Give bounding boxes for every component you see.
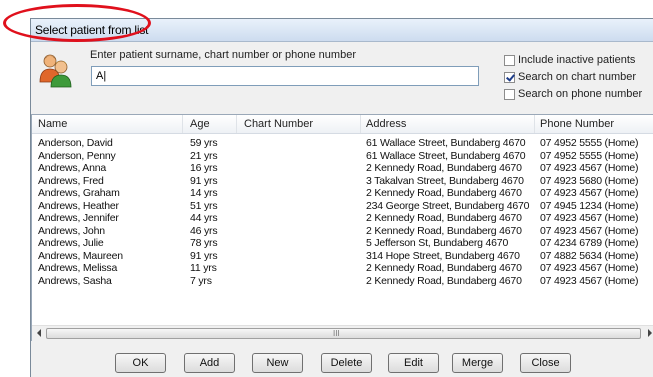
- cell-name: Andrews, John: [38, 224, 105, 237]
- cell-age: 91 yrs: [190, 174, 218, 187]
- ok-button[interactable]: OK: [115, 353, 166, 373]
- add-button[interactable]: Add: [184, 353, 235, 373]
- cell-address: 2 Kennedy Road, Bundaberg 4670: [366, 274, 522, 287]
- cell-age: 46 yrs: [190, 224, 218, 237]
- table-header: Name Age Chart Number Address Phone Numb…: [32, 115, 653, 134]
- table-row[interactable]: Andrews, Heather 51 yrs 234 George Stree…: [32, 200, 653, 213]
- table-row[interactable]: Andrews, Anna 16 yrs 2 Kennedy Road, Bun…: [32, 162, 653, 175]
- cell-age: 21 yrs: [190, 149, 218, 162]
- cell-phone: 07 4945 1234 (Home): [540, 199, 639, 212]
- column-header-age[interactable]: Age: [190, 118, 210, 130]
- patient-search-input[interactable]: [91, 66, 479, 86]
- scroll-right-icon[interactable]: [648, 329, 652, 337]
- cell-phone: 07 4234 6789 (Home): [540, 237, 639, 249]
- cell-age: 7 yrs: [190, 274, 212, 287]
- cell-name: Anderson, Penny: [38, 149, 116, 162]
- search-phone-number-option[interactable]: Search on phone number: [504, 87, 642, 101]
- window-title: Select patient from list: [35, 23, 149, 37]
- cell-name: Andrews, Graham: [38, 187, 120, 199]
- cell-phone: 07 4923 4567 (Home): [540, 262, 639, 274]
- cell-name: Andrews, Julie: [38, 237, 104, 249]
- column-header-phone-number[interactable]: Phone Number: [540, 118, 614, 130]
- cell-phone: 07 4923 4567 (Home): [540, 162, 639, 174]
- patient-list-table[interactable]: Name Age Chart Number Address Phone Numb…: [31, 114, 653, 341]
- merge-button[interactable]: Merge: [452, 353, 503, 373]
- cell-address: 2 Kennedy Road, Bundaberg 4670: [366, 187, 522, 199]
- edit-button[interactable]: Edit: [388, 353, 439, 373]
- cell-address: 61 Wallace Street, Bundaberg 4670: [366, 137, 526, 149]
- cell-address: 2 Kennedy Road, Bundaberg 4670: [366, 162, 522, 174]
- search-chart-number-label: Search on chart number: [518, 71, 637, 83]
- cell-address: 3 Takalvan Street, Bundaberg 4670: [366, 174, 524, 187]
- search-prompt-label: Enter patient surname, chart number or p…: [90, 49, 356, 61]
- search-phone-number-label: Search on phone number: [518, 88, 643, 100]
- table-body: Anderson, David 59 yrs 61 Wallace Street…: [32, 137, 653, 287]
- patients-icon: [39, 54, 72, 88]
- include-inactive-option[interactable]: Include inactive patients: [504, 53, 635, 67]
- cell-name: Andrews, Heather: [38, 199, 119, 212]
- cell-phone: 07 4923 5680 (Home): [540, 174, 639, 187]
- cell-age: 44 yrs: [190, 212, 218, 224]
- cell-address: 5 Jefferson St, Bundaberg 4670: [366, 237, 509, 249]
- table-row[interactable]: Anderson, David 59 yrs 61 Wallace Street…: [32, 137, 653, 150]
- delete-button[interactable]: Delete: [321, 353, 372, 373]
- column-header-address[interactable]: Address: [366, 118, 406, 130]
- cell-phone: 07 4882 5634 (Home): [540, 249, 639, 262]
- cell-name: Andrews, Melissa: [38, 262, 118, 274]
- table-row[interactable]: Anderson, Penny 21 yrs 61 Wallace Street…: [32, 150, 653, 163]
- cell-phone: 07 4952 5555 (Home): [540, 149, 639, 162]
- include-inactive-label: Include inactive patients: [518, 54, 636, 66]
- search-chart-number-checkbox[interactable]: [504, 71, 515, 83]
- new-button[interactable]: New: [252, 353, 303, 373]
- table-row[interactable]: Andrews, Melissa 11 yrs 2 Kennedy Road, …: [32, 262, 653, 275]
- cell-age: 11 yrs: [190, 262, 217, 274]
- cell-address: 2 Kennedy Road, Bundaberg 4670: [366, 212, 522, 224]
- table-row[interactable]: Andrews, Graham 14 yrs 2 Kennedy Road, B…: [32, 187, 653, 200]
- include-inactive-checkbox[interactable]: [504, 54, 515, 66]
- dialog-button-bar: OK Add New Delete Edit Merge Close: [31, 340, 653, 376]
- cell-address: 314 Hope Street, Bundaberg 4670: [366, 249, 520, 262]
- cell-name: Andrews, Sasha: [38, 274, 112, 287]
- scroll-left-icon[interactable]: [37, 329, 41, 337]
- column-header-chart-number[interactable]: Chart Number: [244, 118, 313, 130]
- cell-name: Andrews, Jennifer: [38, 212, 119, 224]
- table-row[interactable]: Andrews, Julie 78 yrs 5 Jefferson St, Bu…: [32, 237, 653, 250]
- cell-age: 51 yrs: [190, 199, 218, 212]
- search-chart-number-option[interactable]: Search on chart number: [504, 70, 636, 84]
- cell-address: 234 George Street, Bundaberg 4670: [366, 199, 530, 212]
- search-phone-number-checkbox[interactable]: [504, 88, 515, 100]
- table-row[interactable]: Andrews, Fred 91 yrs 3 Takalvan Street, …: [32, 175, 653, 188]
- cell-age: 59 yrs: [190, 137, 218, 149]
- cell-phone: 07 4923 4567 (Home): [540, 224, 639, 237]
- table-row[interactable]: Andrews, Jennifer 44 yrs 2 Kennedy Road,…: [32, 212, 653, 225]
- cell-name: Andrews, Maureen: [38, 249, 123, 262]
- column-header-name[interactable]: Name: [38, 118, 67, 130]
- cell-phone: 07 4952 5555 (Home): [540, 137, 639, 149]
- cell-address: 2 Kennedy Road, Bundaberg 4670: [366, 262, 522, 274]
- scrollbar-thumb[interactable]: III: [46, 328, 641, 339]
- table-row[interactable]: Andrews, John 46 yrs 2 Kennedy Road, Bun…: [32, 225, 653, 238]
- cell-phone: 07 4923 4567 (Home): [540, 212, 639, 224]
- table-row[interactable]: Andrews, Sasha 7 yrs 2 Kennedy Road, Bun…: [32, 275, 653, 288]
- cell-age: 14 yrs: [190, 187, 218, 199]
- table-row[interactable]: Andrews, Maureen 91 yrs 314 Hope Street,…: [32, 250, 653, 263]
- cell-address: 2 Kennedy Road, Bundaberg 4670: [366, 224, 522, 237]
- cell-age: 78 yrs: [190, 237, 218, 249]
- cell-name: Anderson, David: [38, 137, 113, 149]
- cell-name: Andrews, Anna: [38, 162, 107, 174]
- cell-name: Andrews, Fred: [38, 174, 104, 187]
- close-button[interactable]: Close: [520, 353, 571, 373]
- title-bar[interactable]: Select patient from list: [31, 19, 653, 42]
- cell-address: 61 Wallace Street, Bundaberg 4670: [366, 149, 526, 162]
- scrollbar-grip: III: [333, 329, 340, 338]
- cell-phone: 07 4923 4567 (Home): [540, 274, 639, 287]
- cell-phone: 07 4923 4567 (Home): [540, 187, 639, 199]
- cell-age: 16 yrs: [190, 162, 218, 174]
- cell-age: 91 yrs: [190, 249, 218, 262]
- horizontal-scrollbar[interactable]: III: [32, 325, 653, 341]
